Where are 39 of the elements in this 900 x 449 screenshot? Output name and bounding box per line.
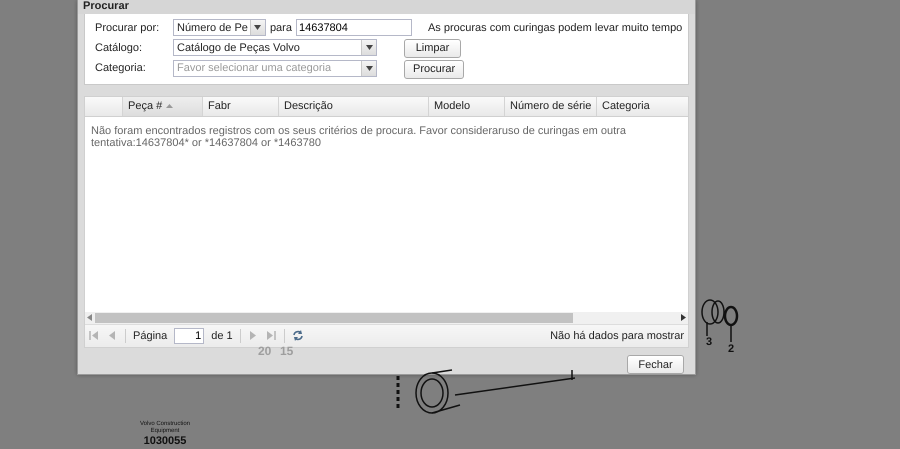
callout-number: 20 — [258, 344, 272, 358]
search-by-dropdown[interactable]: Número de Pe — [173, 19, 266, 36]
search-input-field[interactable]: 14637804 — [296, 19, 412, 36]
column-header[interactable]: Peça # — [122, 96, 202, 116]
close-button[interactable]: Fechar — [627, 355, 684, 374]
callout-number: 3 — [706, 336, 712, 348]
bushing-drawing — [701, 299, 725, 336]
wildcard-note: As procuras com curingas podem levar muito tempo — [428, 22, 682, 34]
search-button[interactable]: Procurar — [404, 60, 464, 79]
callout-number: 15 — [280, 344, 294, 358]
category-dropdown[interactable]: Favor selecionar uma categoria — [173, 60, 377, 77]
column-header[interactable]: Categoria — [596, 96, 688, 116]
caret-icon — [361, 60, 376, 76]
empty-results-message: Não foram encontrados registros com os seus critérios de procura. Favor consideraruso de curingas em outra tentativa:14637804* or *14637804 or *1463780 — [90, 124, 627, 151]
sort-ascending-icon — [166, 104, 174, 108]
for-label: para — [270, 22, 292, 34]
column-header[interactable]: Descrição — [278, 96, 428, 116]
page-label: Página — [133, 330, 168, 342]
paging-status: Não há dados para mostrar — [550, 330, 684, 342]
caret-icon — [361, 40, 376, 56]
clear-button[interactable]: Limpar — [404, 38, 461, 58]
catalog-label: Catálogo: — [95, 40, 144, 56]
catalog-dropdown[interactable]: Catálogo de Peças Volvo — [173, 39, 377, 56]
ring-drawing — [724, 306, 738, 342]
callout-number: 2 — [728, 343, 734, 355]
refresh-icon[interactable] — [292, 330, 303, 341]
category-label: Categoria: — [95, 61, 147, 76]
search-by-label: Procurar por: — [95, 20, 160, 36]
column-header[interactable]: Número de série — [504, 96, 596, 116]
scroll-left-icon[interactable] — [87, 314, 92, 321]
caret-icon — [250, 20, 265, 36]
column-header[interactable]: Fabr — [202, 96, 278, 116]
scroll-right-icon[interactable] — [681, 314, 686, 321]
dialog-title: Procurar — [78, 0, 695, 14]
page-count: de 1 — [211, 330, 233, 342]
column-header[interactable]: Modelo — [428, 96, 504, 116]
drawing-number: 1030055 — [142, 435, 188, 447]
page-number-field[interactable]: 1 — [174, 328, 204, 344]
horizontal-scrollbar[interactable] — [85, 312, 688, 324]
